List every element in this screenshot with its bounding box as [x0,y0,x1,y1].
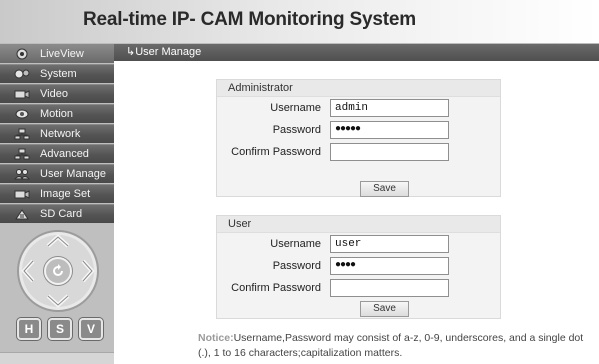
admin-password-label: Password [272,124,321,136]
user-panel-title: User [217,216,500,233]
user-confirm-row: Confirm Password [217,279,500,299]
ptz-control-pad [17,230,99,312]
notice-label: Notice: [198,332,234,344]
liveview-icon [14,48,30,60]
advanced-icon [14,148,30,160]
admin-save-button[interactable]: Save [360,181,409,197]
system-icon [14,68,30,80]
sidebar-item-label: System [40,68,77,80]
motion-icon [14,108,30,120]
pan-right-icon[interactable] [81,259,95,286]
sidebar-item-video[interactable]: Video [0,84,114,103]
sidebar: LiveView System Video Motion Network Adv… [0,44,114,364]
app-title: Real-time IP- CAM Monitoring System [83,9,416,30]
admin-confirm-label: Confirm Password [231,146,321,158]
admin-confirm-password-input[interactable] [330,143,449,161]
admin-confirm-row: Confirm Password [217,143,500,163]
sidebar-footer [0,352,114,364]
sidebar-item-motion[interactable]: Motion [0,104,114,123]
title-banner: Real-time IP- CAM Monitoring System [0,0,599,44]
pan-down-icon[interactable] [46,294,70,311]
pan-left-icon[interactable] [21,259,35,286]
sidebar-item-user-manage[interactable]: User Manage [0,164,114,183]
mode-buttons: H S V [17,318,103,340]
sidebar-item-advanced[interactable]: Advanced [0,144,114,163]
sidebar-item-label: Video [40,88,68,100]
user-panel: User Username user Password ●●●● Confirm… [216,215,501,319]
sidebar-item-label: LiveView [40,48,84,60]
users-icon [14,168,30,180]
breadcrumb: ↳User Manage [114,44,599,61]
user-username-input[interactable]: user [330,235,449,253]
sidebar-item-label: Advanced [40,148,89,160]
admin-password-row: Password ●●●●● [217,121,500,141]
sidebar-item-label: Motion [40,108,74,120]
video-icon [14,88,30,100]
ptz-center-button[interactable] [44,257,72,285]
network-icon [14,128,30,140]
sidebar-item-label: Network [40,128,81,140]
user-username-label: Username [270,238,321,250]
sd-card-icon [14,208,30,220]
sidebar-item-label: SD Card [40,208,83,220]
sidebar-item-sd-card[interactable]: SD Card [0,204,114,223]
user-confirm-label: Confirm Password [231,282,321,294]
notice-text: Notice:Username,Password may consist of … [198,331,598,361]
sidebar-item-liveview[interactable]: LiveView [0,44,114,63]
administrator-panel-title: Administrator [217,80,500,97]
h-mode-button[interactable]: H [17,318,41,340]
admin-username-input[interactable]: admin [330,99,449,117]
user-confirm-password-input[interactable] [330,279,449,297]
user-password-label: Password [272,260,321,272]
admin-password-input[interactable]: ●●●●● [330,121,449,139]
sidebar-item-network[interactable]: Network [0,124,114,143]
administrator-panel: Administrator Username admin Password ●●… [216,79,501,197]
pan-up-icon[interactable] [46,234,70,251]
v-mode-button[interactable]: V [79,318,103,340]
s-mode-button[interactable]: S [48,318,72,340]
admin-username-row: Username admin [217,99,500,119]
admin-username-label: Username [270,102,321,114]
refresh-icon [50,263,66,282]
user-username-row: Username user [217,235,500,255]
notice-body: Username,Password may consist of a-z, 0-… [198,332,584,359]
sidebar-item-label: User Manage [40,168,107,180]
sidebar-item-label: Image Set [40,188,91,200]
user-save-button[interactable]: Save [360,301,409,317]
sidebar-item-system[interactable]: System [0,64,114,83]
image-set-icon [14,188,30,200]
sidebar-menu: LiveView System Video Motion Network Adv… [0,44,114,223]
user-password-row: Password ●●●● [217,257,500,277]
sidebar-item-image-set[interactable]: Image Set [0,184,114,203]
user-password-input[interactable]: ●●●● [330,257,449,275]
